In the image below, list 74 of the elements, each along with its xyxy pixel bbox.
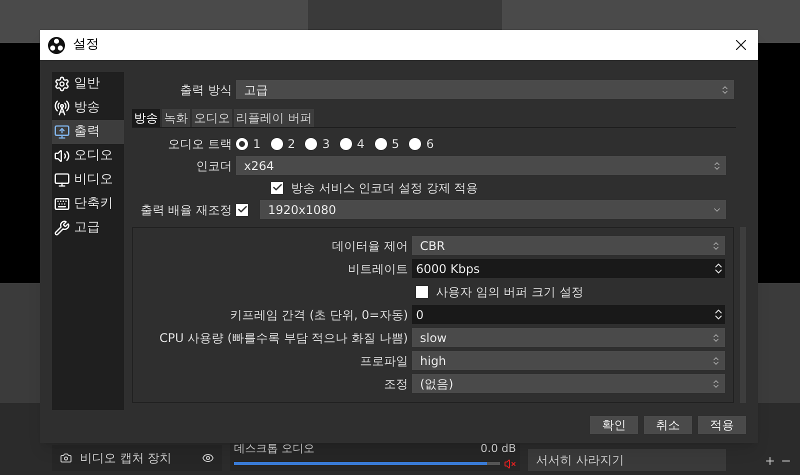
- setting-combo[interactable]: slow: [412, 328, 725, 347]
- sidebar-item[interactable]: 비디오: [52, 168, 124, 192]
- output-mode-combo[interactable]: 고급: [236, 80, 734, 99]
- setting-label: 사용자 임의 버퍼 크기 설정: [436, 284, 584, 300]
- dialog-button[interactable]: 확인: [590, 416, 638, 434]
- spin-field[interactable]: 6000 Kbps: [412, 259, 725, 278]
- output-mode-label: 출력 방식: [179, 82, 232, 98]
- up-down-arrows-icon: [711, 378, 721, 388]
- sidebar-item[interactable]: 고급: [52, 216, 124, 240]
- up-down-arrows-icon: [711, 356, 721, 366]
- tab[interactable]: 리플레이 버퍼: [234, 109, 314, 127]
- sidebar-item[interactable]: 오디오: [52, 144, 124, 168]
- monitor-icon: [54, 172, 70, 188]
- tab[interactable]: 오디오: [192, 109, 232, 127]
- wrench-icon: [54, 220, 70, 236]
- radio-button[interactable]: [340, 138, 352, 150]
- audio-track-label: 오디오 트랙: [167, 136, 232, 152]
- setting-label: 키프레임 간격 (초 단위, 0=자동): [228, 306, 408, 324]
- keyboard-icon: [54, 196, 70, 212]
- radio-button[interactable]: [305, 138, 318, 150]
- mixer-reading: 0.0 dB: [480, 441, 516, 457]
- sidebar-item[interactable]: 출력: [52, 120, 124, 144]
- app-logo-icon: [48, 36, 65, 54]
- up-down-arrows-icon: [711, 332, 721, 342]
- radio-button[interactable]: [409, 138, 422, 150]
- rescale-label: 출력 배율 재조정: [139, 202, 232, 218]
- gear-icon: [54, 76, 70, 92]
- setting-label: 조정: [383, 376, 408, 392]
- radio-label: 1: [253, 136, 261, 152]
- monitor-arrow-icon: [54, 124, 70, 140]
- encoder-label: 인코더: [195, 158, 232, 174]
- add-icon[interactable]: [764, 455, 776, 467]
- setting-label: 프로파일: [359, 352, 408, 370]
- sidebar-item[interactable]: 단축키: [52, 192, 124, 216]
- tab[interactable]: 녹화: [162, 109, 190, 127]
- eye-icon[interactable]: [202, 452, 214, 464]
- setting-label: CPU 사용량 (빠를수록 부담 적으나 화질 나쁨): [158, 330, 408, 346]
- radio-button[interactable]: [270, 138, 283, 150]
- checkbox[interactable]: [271, 182, 283, 194]
- transition-combo[interactable]: 서서히 사라지기: [528, 449, 726, 471]
- setting-label: 데이터율 제어: [331, 238, 408, 254]
- camera-icon: [60, 452, 72, 464]
- source-item[interactable]: 비디오 캡처 장치: [80, 449, 172, 467]
- spin-field[interactable]: 0: [412, 305, 725, 324]
- radio-label: 6: [426, 136, 434, 152]
- antenna-icon: [54, 100, 70, 116]
- volume-slider[interactable]: [234, 462, 500, 465]
- up-down-arrows-icon: [712, 160, 722, 170]
- up-down-arrows-icon: [720, 84, 730, 94]
- speaker-icon: [54, 148, 70, 164]
- radio-button[interactable]: [374, 138, 387, 150]
- tab[interactable]: 방송: [132, 109, 160, 127]
- radio-label: 3: [322, 136, 330, 152]
- enforce-encoder-label: 방송 서비스 인코더 설정 강제 적용: [291, 180, 478, 196]
- encoder-combo[interactable]: x264: [236, 156, 726, 175]
- setting-label: 비트레이트: [347, 260, 408, 278]
- sidebar-item[interactable]: 일반: [52, 72, 124, 96]
- muted-speaker-icon[interactable]: [504, 458, 516, 470]
- mixer-channel-name: 데스크톱 오디오: [234, 441, 314, 457]
- checkbox[interactable]: [236, 204, 248, 216]
- setting-combo[interactable]: high: [412, 351, 725, 370]
- up-down-arrows-icon: [711, 240, 721, 250]
- window-title: 설정: [73, 36, 99, 54]
- radio-label: 5: [392, 136, 400, 152]
- resolution-combo[interactable]: 1920x1080: [260, 200, 726, 219]
- radio-label: 4: [356, 136, 365, 152]
- setting-combo[interactable]: (없음): [412, 374, 725, 393]
- sidebar-item[interactable]: 방송: [52, 96, 124, 120]
- checkbox[interactable]: [416, 286, 428, 298]
- radio-button[interactable]: [236, 138, 248, 150]
- radio-label: 2: [288, 136, 296, 152]
- setting-combo[interactable]: CBR: [412, 236, 725, 255]
- dialog-button[interactable]: 취소: [644, 416, 692, 434]
- dialog-button[interactable]: 적용: [698, 416, 746, 434]
